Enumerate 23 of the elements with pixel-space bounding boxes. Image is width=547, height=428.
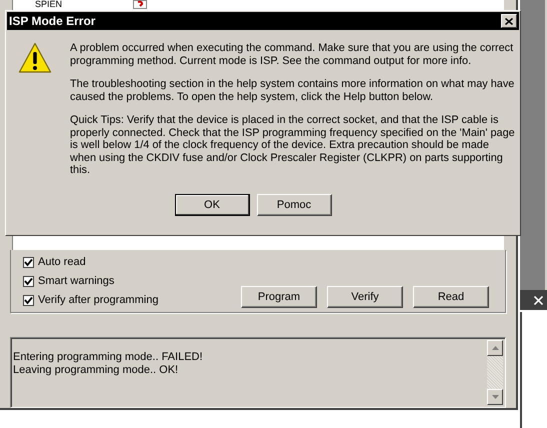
scroll-down-button[interactable]: [487, 389, 503, 405]
down-arrow-icon: [492, 395, 498, 399]
action-button[interactable]: Read: [413, 286, 489, 308]
checkbox-option[interactable]: Auto read: [23, 256, 158, 269]
action-button[interactable]: Verify: [327, 286, 403, 308]
action-button[interactable]: Program: [241, 286, 317, 308]
close-button[interactable]: [501, 14, 517, 28]
log-line: Entering programming mode.. FAILED!: [13, 350, 204, 364]
close-icon[interactable]: [534, 296, 543, 304]
dialog-button[interactable]: Pomoc: [256, 194, 332, 216]
close-icon: [505, 18, 513, 24]
message-paragraph: A problem occurred when executing the command. Make sure that you are using the correct programming method. Current mode is ISP. See the command output for more info.: [70, 42, 514, 67]
dialog-title: ISP Mode Error: [9, 14, 96, 28]
scroll-up-button[interactable]: [487, 340, 503, 356]
checkbox-option[interactable]: Verify after programming: [23, 294, 158, 307]
warning-icon: [18, 42, 52, 74]
checkbox-option[interactable]: Smart warnings: [23, 274, 158, 288]
message-paragraph: The troubleshooting section in the help system contains more information on what may have caused the problems. To open the help system, click the Help button below.: [70, 78, 516, 103]
fuse-name: SPIEN: [35, 0, 64, 9]
up-arrow-icon: [492, 346, 498, 350]
message-paragraph: Quick Tips: Verify that the device is placed in the correct socket, and that the ISP cable is properly connected. Check that the ISP programming frequency specified on the 'Main' page is well below 1/4 of the clock frequency of the device. Extra precaution should be made when using the CKDIV fuse and/or Clock Prescaler Register (CLKPR) on parts supporting this.: [70, 114, 516, 176]
log-line: Leaving programming mode.. OK!: [13, 364, 180, 377]
dialog-button[interactable]: OK: [174, 194, 250, 216]
